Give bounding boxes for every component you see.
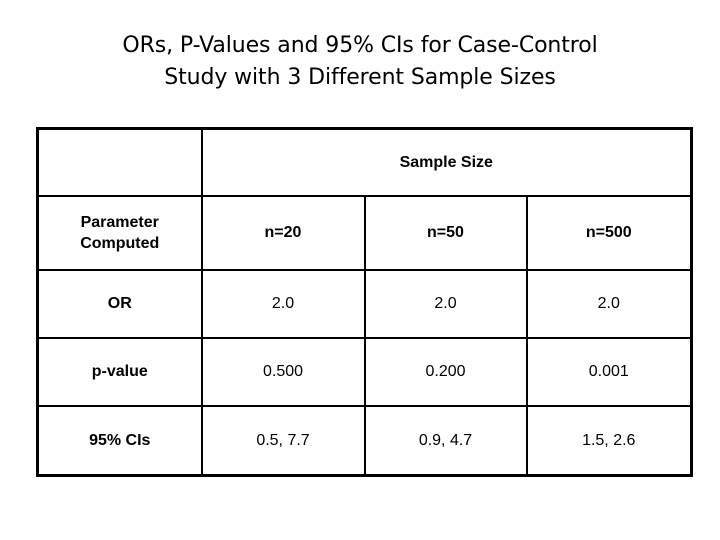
table-cell-95-cis-n20: 0.5, 7.7 [200,405,366,477]
table-cell-or-n500: 2.0 [525,269,693,339]
table-cell-p-value-n20: 0.500 [200,337,366,407]
table-row-label-95-cis: 95% CIs [36,405,203,477]
table-cell-95-cis-n500: 1.5, 2.6 [525,405,693,477]
table-cell-95-cis-n50: 0.9, 4.7 [363,405,528,477]
table-cell-or-n50: 2.0 [363,269,528,339]
table-group-header-sample-size: Sample Size [200,127,693,197]
page-title-line-1: ORs, P-Values and 95% CIs for Case-Contr… [122,33,598,58]
parameter-label-line-1: Parameter [80,214,159,231]
page-title: ORs, P-Values and 95% CIs for Case-Contr… [0,30,720,94]
table-column-header-n50: n=50 [363,195,528,271]
table-row-column-headers: Parameter Computed n=20 n=50 n=500 [36,195,693,271]
table-column-header-n20: n=20 [200,195,366,271]
table-column-header-n500: n=500 [525,195,693,271]
table-row-label-p-value: p-value [36,337,203,407]
table-row-group-header: Sample Size [36,127,693,197]
table-corner-cell [36,127,203,197]
table-row: p-value 0.500 0.200 0.001 [36,337,693,407]
table-row: OR 2.0 2.0 2.0 [36,269,693,339]
page-title-line-2: Study with 3 Different Sample Sizes [164,65,556,90]
stats-table: Sample Size Parameter Computed n=20 n=50… [36,127,693,477]
table-row: 95% CIs 0.5, 7.7 0.9, 4.7 1.5, 2.6 [36,405,693,477]
table-cell-p-value-n500: 0.001 [525,337,693,407]
table-row-label-or: OR [36,269,203,339]
stats-table-container: Sample Size Parameter Computed n=20 n=50… [36,127,693,477]
table-header-parameter-computed: Parameter Computed [36,195,203,271]
table-cell-p-value-n50: 0.200 [363,337,528,407]
parameter-label-line-2: Computed [80,235,160,252]
table-cell-or-n20: 2.0 [200,269,366,339]
